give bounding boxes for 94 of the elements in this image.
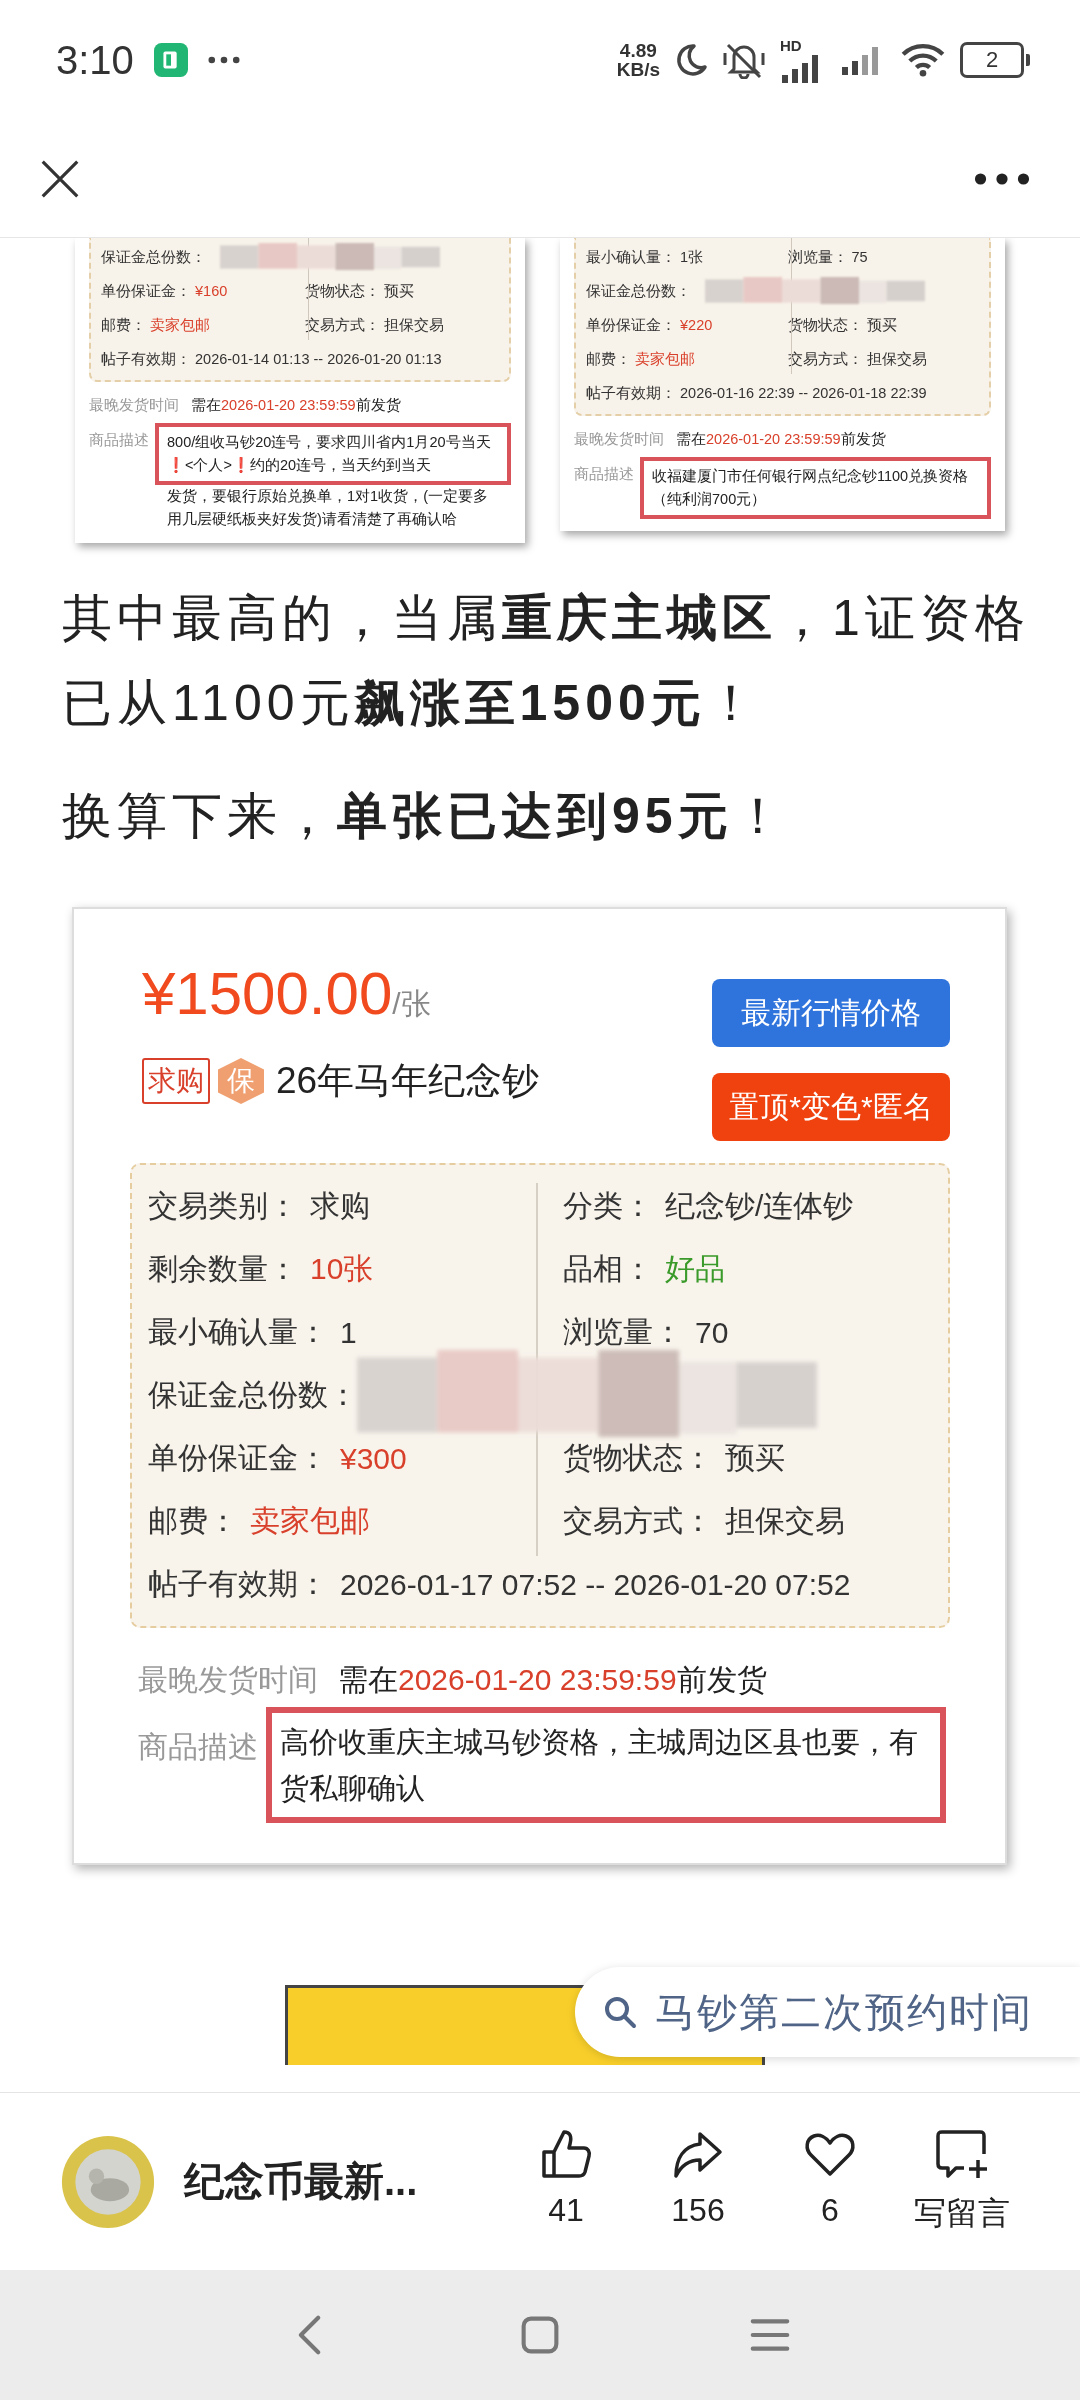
- field-value: ¥160: [195, 283, 228, 299]
- field-value: ¥220: [680, 317, 713, 333]
- search-icon: [603, 1995, 637, 2029]
- promote-button[interactable]: 置顶*变色*匿名: [712, 1073, 950, 1141]
- field-value: 担保交易: [725, 1503, 845, 1539]
- price: ¥1500.00: [142, 959, 393, 1028]
- field-label: 货物状态：: [563, 1440, 713, 1476]
- field-value: 2026-01-17 07:52 -- 2026-01-20 07:52: [340, 1567, 851, 1602]
- field-label: 邮费：: [148, 1503, 238, 1539]
- field-value: 卖家包邮: [250, 1503, 370, 1539]
- field-value: 预买: [384, 281, 414, 301]
- field-value: 10张: [310, 1251, 374, 1287]
- favorite-button[interactable]: 6: [782, 2127, 878, 2236]
- field-label: 交易类别：: [148, 1188, 298, 1224]
- network-speed-unit: KB/s: [616, 60, 660, 79]
- field-label: 交易方式：: [563, 1503, 713, 1539]
- guarantee-badge: 保: [218, 1058, 264, 1104]
- field-value: 2026-01-16 22:39 -- 2026-01-18 22:39: [680, 385, 927, 401]
- field-value: 担保交易: [866, 349, 927, 369]
- field-value: 预买: [725, 1440, 785, 1476]
- highlighted-description: 高价收重庆主城马钞资格，主城周边区县也要，有货私聊确认: [266, 1707, 946, 1823]
- more-icon[interactable]: [974, 171, 1030, 186]
- share-button[interactable]: 156: [650, 2127, 746, 2236]
- comment-plus-icon: [934, 2127, 990, 2180]
- home-icon[interactable]: [520, 2315, 560, 2355]
- action-count: 6: [821, 2191, 839, 2229]
- network-speed: 4.89: [619, 41, 657, 60]
- field-label: 分类：: [563, 1188, 653, 1224]
- app-notification-icon: [153, 43, 188, 77]
- field-value: 好品: [665, 1251, 725, 1287]
- price-unit: /张: [392, 987, 431, 1022]
- highlighted-description: 800/组收马钞20连号，要求四川省内1月20号当天❗<个人>❗约的20连号，当天约到当天: [155, 423, 511, 485]
- field-label: 品相：: [563, 1251, 653, 1287]
- more-notifications-icon: [207, 56, 240, 64]
- field-label: 邮费：: [101, 315, 146, 335]
- search-suggestion[interactable]: 马钞第二次预约时间: [575, 1967, 1080, 2057]
- like-button[interactable]: 41: [518, 2127, 614, 2236]
- action-count: 写留言: [914, 2193, 1010, 2233]
- field-value: 卖家包邮: [635, 349, 695, 369]
- coin-avatar[interactable]: [60, 2133, 156, 2230]
- deadline-text: 需在2026-01-20 23:59:59前发货: [191, 396, 401, 415]
- field-label: 保证金总份数：: [101, 247, 206, 267]
- article-paragraph: 其中最高的，当属重庆主城区，1证资格已从1100元飙涨至1500元！: [62, 589, 1031, 733]
- field-value: 1张: [680, 247, 704, 267]
- field-label: 邮费：: [586, 349, 631, 369]
- field-value: 75: [851, 249, 868, 265]
- field-label: 浏览量：: [563, 1314, 683, 1350]
- field-label: 帖子有效期：: [101, 349, 191, 369]
- muted-bell-icon: [722, 41, 766, 79]
- battery-indicator: 2: [960, 42, 1024, 78]
- field-value: 卖家包邮: [150, 315, 210, 335]
- field-value: 预买: [866, 315, 897, 335]
- field-label: 帖子有效期：: [148, 1566, 328, 1602]
- close-icon[interactable]: [40, 158, 80, 199]
- search-query: 马钞第二次预约时间: [655, 1988, 1033, 2036]
- field-value: 担保交易: [384, 315, 444, 335]
- deadline-text: 需在2026-01-20 23:59:59前发货: [338, 1662, 767, 1698]
- field-value: ¥300: [340, 1441, 407, 1476]
- field-label: 最小确认量：: [586, 247, 676, 267]
- field-value: 2026-01-14 01:13 -- 2026-01-20 01:13: [195, 351, 442, 367]
- field-label: 保证金总份数：: [586, 281, 691, 301]
- field-value: 求购: [310, 1188, 370, 1224]
- deadline-label: 最晚发货时间: [138, 1662, 318, 1698]
- field-value: 纪念钞/连体钞: [665, 1188, 854, 1224]
- wifi-icon: [900, 43, 946, 77]
- field-value: 1: [340, 1315, 357, 1350]
- clock-time: 3:10: [56, 37, 134, 83]
- market-price-button[interactable]: 最新行情价格: [712, 979, 950, 1047]
- field-label: 单份保证金：: [101, 281, 191, 301]
- listing-title: 26年马年纪念钞: [276, 1059, 540, 1103]
- field-label: 单份保证金：: [148, 1440, 328, 1476]
- moon-icon: [674, 43, 708, 77]
- deadline-label: 最晚发货时间: [574, 430, 664, 449]
- field-label: 浏览量：: [787, 247, 848, 267]
- field-label: 保证金总份数：: [148, 1377, 358, 1413]
- field-label: 剩余数量：: [148, 1251, 298, 1287]
- description-label: 商品描述: [574, 465, 634, 484]
- action-count: 41: [548, 2191, 584, 2229]
- field-label: 帖子有效期：: [586, 383, 676, 403]
- field-value: 70: [695, 1315, 729, 1350]
- article-paragraph: 换算下来，单张已达到95元！: [62, 787, 789, 846]
- field-label: 最小确认量：: [148, 1314, 328, 1350]
- description-text: 发货，要银行原始兑换单，1对1收货，(一定要多用几层硬纸板夹好发货)请看清楚了再确认哈: [166, 487, 489, 529]
- buy-tag: 求购: [142, 1058, 210, 1104]
- field-label: 单份保证金：: [586, 315, 676, 335]
- deadline-text: 需在2026-01-20 23:59:59前发货: [676, 430, 886, 449]
- hd-label: HD: [780, 37, 803, 53]
- action-count: 156: [671, 2191, 725, 2229]
- account-name[interactable]: 纪念币最新...: [184, 2154, 418, 2209]
- comment-button[interactable]: 写留言: [914, 2127, 1010, 2236]
- highlighted-description: 收福建厦门市任何银行网点纪念钞1100兑换资格（纯利润700元）: [640, 457, 991, 519]
- description-label: 商品描述: [89, 431, 149, 450]
- description-label: 商品描述: [138, 1729, 258, 1765]
- deadline-label: 最晚发货时间: [89, 396, 179, 415]
